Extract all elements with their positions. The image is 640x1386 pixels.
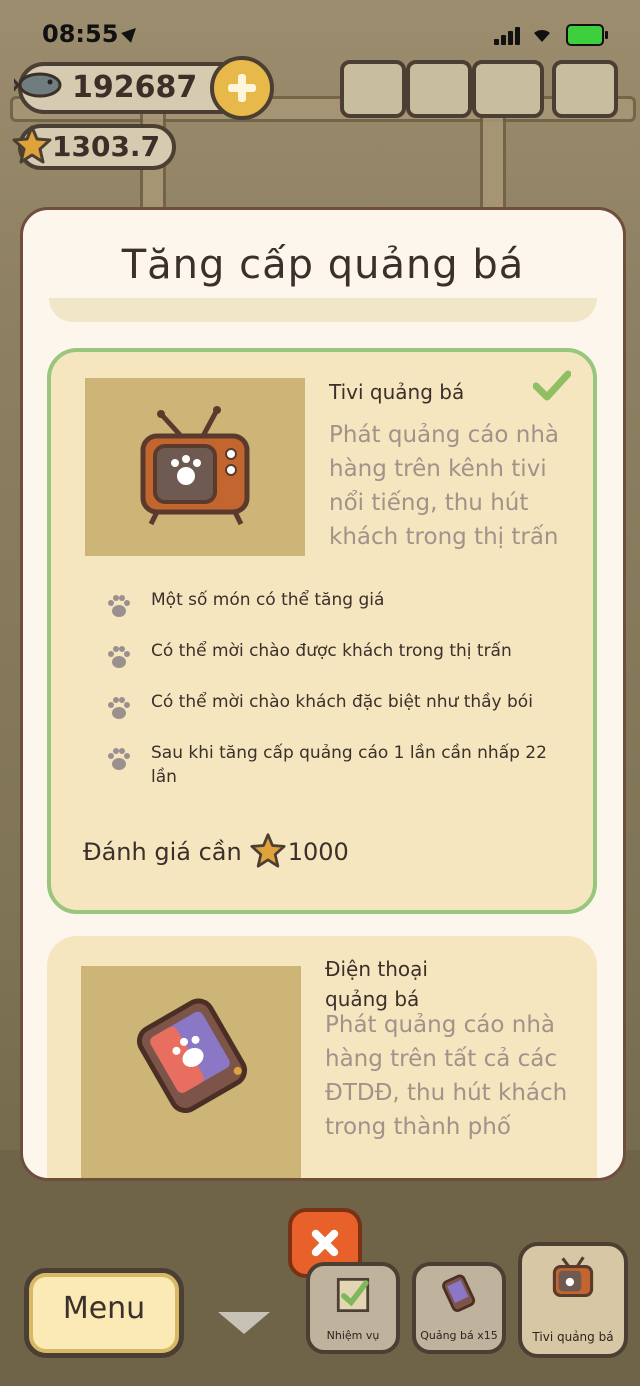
card-description: Phát quảng cáo nhà hàng trên tất cả các … [325,1012,568,1140]
paw-icon [108,748,130,770]
dialog-title: Tăng cấp quảng bá [121,242,525,288]
tab-label: Tivi quảng bá [532,1330,614,1344]
requirement-value: 1000 [287,838,349,866]
perk-text: Một số món có thể tăng giá [151,590,385,610]
tab-label: Nhiệm vụ [326,1329,380,1342]
collection-book-icon[interactable] [472,60,544,118]
clock: 08:55 [42,20,142,48]
paw-icon [108,646,130,668]
requirement-label: Đánh giá cần [83,838,242,866]
signal-icon [494,26,522,45]
phone-thumbnail [81,966,301,1178]
battery-icon [566,24,608,46]
card-name: Tivi quảng bá [329,380,465,404]
ranking-button[interactable] [340,60,406,118]
status-bar: 08:55 [0,0,640,70]
card-description: Phát quảng cáo nhà hàng trên kênh tivi n… [329,422,559,550]
menu-button[interactable]: Menu [24,1268,184,1358]
tab-missions[interactable]: Nhiệm vụ [306,1262,400,1354]
rating-requirement: Đánh giá cần 1000 [83,832,349,868]
tv-icon [552,1256,594,1298]
camera-icon[interactable] [552,60,618,118]
perk-item: Có thể mời chào được khách trong thị trấ… [105,639,565,668]
perk-item: Sau khi tăng cấp quảng cáo 1 lần cần nhấ… [105,741,565,789]
tab-promotion[interactable]: Quảng bá x15 [412,1262,506,1354]
promotion-card-phone[interactable]: Điện thoại quảng bá Phát quảng cáo nhà h… [47,936,597,1178]
add-coins-button[interactable] [210,56,274,120]
fish-coin-icon [14,72,62,98]
star-icon [12,125,52,164]
star-icon [250,833,286,868]
location-icon [121,23,142,43]
tab-label: Quảng bá x15 [420,1329,498,1342]
star-value: 1303.7 [52,130,161,163]
collapse-arrow-icon[interactable] [218,1312,270,1334]
paw-icon [108,697,130,719]
perk-list: Một số món có thể tăng giá Có thể mời ch… [105,588,565,816]
coin-value: 192687 [72,70,198,105]
perk-item: Có thể mời chào khách đặc biệt như thầy … [105,690,565,719]
wifi-icon [534,29,550,42]
tab-tv-promotion[interactable]: Tivi quảng bá [518,1242,628,1358]
tv-thumbnail [85,378,305,556]
perk-item: Một số món có thể tăng giá [105,588,565,617]
checklist-icon [336,1277,370,1313]
settings-gear-icon[interactable] [406,60,472,118]
promotion-card-tv[interactable]: Tivi quảng bá Phát quảng cáo nhà hàng tr… [47,348,597,914]
tv-icon [140,406,250,526]
phone-icon [136,998,248,1113]
promotion-upgrade-dialog: Tăng cấp quảng bá Tivi quảng bá Phát quả… [20,207,626,1181]
star-counter: 1303.7 [12,124,176,170]
perk-text: Có thể mời chào khách đặc biệt như thầy … [151,692,533,712]
selected-check-icon [533,370,571,401]
perk-text: Sau khi tăng cấp quảng cáo 1 lần cần nhấ… [151,743,547,787]
title-underline [49,298,597,322]
paw-icon [108,595,130,617]
perk-text: Có thể mời chào được khách trong thị trấ… [151,641,512,661]
card-name: Điện thoại quảng bá [325,957,428,1011]
phone-icon [442,1274,476,1312]
